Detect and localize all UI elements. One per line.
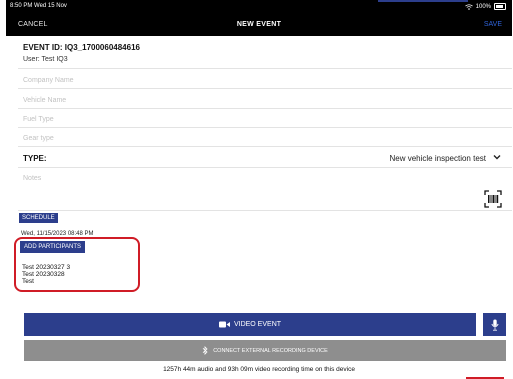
notes-field[interactable]: Notes xyxy=(23,175,41,182)
gear-type-field[interactable]: Gear type xyxy=(23,135,54,142)
vehicle-name-field[interactable]: Vehicle Name xyxy=(23,97,66,104)
wifi-icon xyxy=(464,3,473,10)
user-line: User: Test IQ3 xyxy=(23,56,68,63)
microphone-button[interactable] xyxy=(483,313,506,336)
connect-device-button[interactable]: CONNECT EXTERNAL RECORDING DEVICE xyxy=(24,340,506,361)
video-event-button[interactable]: VIDEO EVENT xyxy=(24,313,476,336)
status-time: 8:50 PM Wed 15 Nov xyxy=(10,3,67,9)
video-event-label: VIDEO EVENT xyxy=(233,321,282,328)
event-id: EVENT ID: IQ3_1700060484616 xyxy=(23,43,140,52)
fuel-type-field[interactable]: Fuel Type xyxy=(23,116,54,123)
participants-highlight xyxy=(14,237,140,292)
microphone-icon xyxy=(490,319,499,331)
bluetooth-icon xyxy=(202,346,208,355)
type-label: TYPE: xyxy=(23,154,47,163)
status-bar: 8:50 PM Wed 15 Nov 100% xyxy=(6,0,512,14)
barcode-scan-icon[interactable] xyxy=(484,190,502,208)
divider xyxy=(18,167,512,168)
battery-icon xyxy=(494,3,506,10)
schedule-button[interactable]: SCHEDULE xyxy=(19,213,58,223)
divider xyxy=(18,210,512,211)
nav-bar: CANCEL NEW EVENT SAVE xyxy=(6,14,512,36)
divider xyxy=(18,146,512,147)
video-camera-icon xyxy=(218,321,230,328)
divider xyxy=(18,108,512,109)
chevron-down-icon[interactable] xyxy=(492,152,502,162)
battery-percent: 100% xyxy=(475,3,491,10)
divider xyxy=(18,127,512,128)
ipad-screen: 8:50 PM Wed 15 Nov 100% CANCEL NEW EVENT… xyxy=(6,0,512,379)
connect-device-label: CONNECT EXTERNAL RECORDING DEVICE xyxy=(213,347,328,354)
type-select-value[interactable]: New vehicle inspection test xyxy=(390,154,487,163)
recording-time-info: 1257h 44m audio and 93h 09m video record… xyxy=(163,366,355,373)
divider xyxy=(18,88,512,89)
company-name-field[interactable]: Company Name xyxy=(23,77,74,84)
page-title: NEW EVENT xyxy=(236,21,282,28)
divider xyxy=(18,68,512,69)
top-accent-bar xyxy=(378,0,468,2)
status-right: 100% xyxy=(464,3,506,10)
save-button[interactable]: SAVE xyxy=(484,21,502,28)
